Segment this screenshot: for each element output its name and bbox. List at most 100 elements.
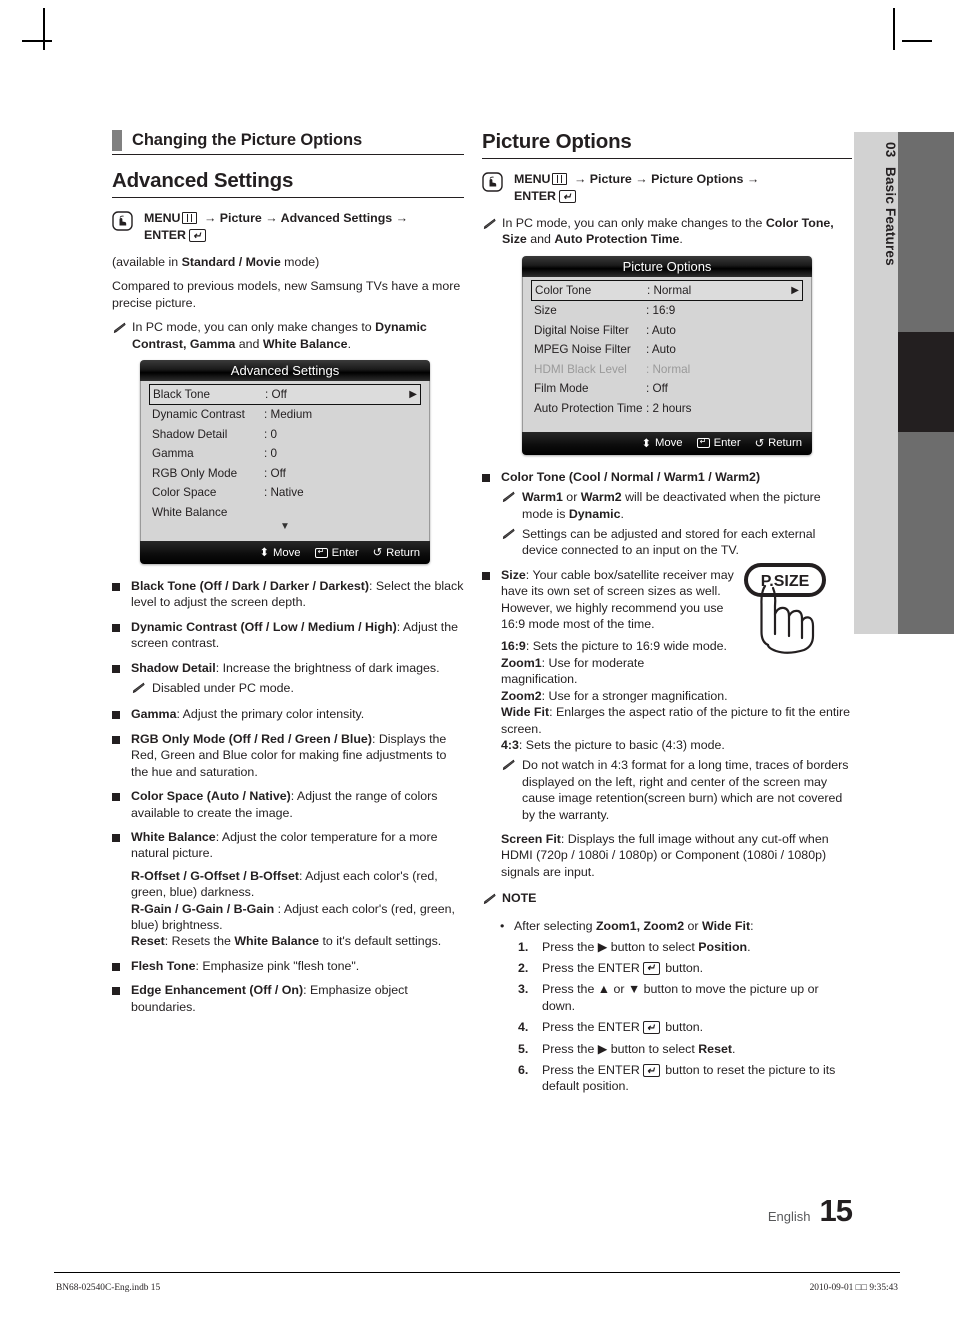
side-tab-text: 03 Basic Features [854, 132, 898, 634]
bullet-flesh-tone: Flesh Tone: Emphasize pink "flesh tone". [112, 958, 464, 974]
step-text: Press the ▲ or ▼ button to move the pict… [542, 982, 819, 1013]
osd-body-advanced: Black Tone : Off ▶ Dynamic Contrast : Me… [140, 381, 430, 542]
lead-end: : [750, 919, 754, 934]
menu-word: MENU [514, 172, 551, 186]
osd-label: Dynamic Contrast [152, 408, 245, 422]
osd-value: : Normal [647, 283, 692, 297]
bullet-term: Black Tone (Off / Dark / Darker / Darkes… [131, 579, 370, 594]
bullet-term: Flesh Tone [131, 958, 196, 973]
mode-term: Zoom2 [501, 688, 542, 703]
note-end: . [679, 232, 683, 247]
return-arrow-icon: ↺ [754, 437, 765, 450]
size-intro: Size: Your cable box/satellite receiver … [501, 567, 749, 633]
bullet-gamma: Gamma: Adjust the primary color intensit… [112, 706, 464, 722]
note-pre: In PC mode, you can only make changes to… [502, 216, 766, 230]
bullet-desc: : Adjust the primary color intensity. [176, 707, 365, 722]
osd-return-label: Return [386, 546, 420, 559]
page-number: 15 [819, 1193, 853, 1228]
note-end: . [347, 336, 352, 351]
bullet-white-balance: White Balance: Adjust the color temperat… [112, 829, 464, 950]
note-mid: and [526, 232, 555, 247]
size-note-4-3: Do not watch in 4:3 format for a long ti… [501, 757, 852, 823]
osd-row-auto-protection-time[interactable]: Auto Protection Time : 2 hours [531, 398, 803, 418]
osd-label: Film Mode [534, 382, 589, 396]
menu-item-picture-options: Picture Options [651, 172, 744, 186]
scroll-down-indicator-icon[interactable]: ▼ [149, 522, 421, 534]
osd-enter-label: Enter [713, 437, 741, 450]
note-block-title: NOTE [502, 891, 537, 906]
osd-row-film-mode[interactable]: Film Mode : Off [531, 379, 803, 399]
lead-pre: After selecting [514, 919, 596, 934]
bullet-square-icon [112, 833, 120, 842]
osd-row-color-space[interactable]: Color Space : Native [149, 483, 421, 503]
osd-row-rgb-only-mode[interactable]: RGB Only Mode : Off [149, 464, 421, 484]
pencil-icon [112, 321, 126, 339]
osd-return-hint: ↺ Return [373, 546, 420, 560]
bullet-square-icon [482, 473, 490, 482]
bullet-term: Size [501, 567, 526, 582]
bullet-square-icon [112, 583, 120, 592]
white-balance-sub-2: R-Gain / G-Gain / B-Gain : Adjust each c… [131, 901, 464, 934]
language-label: English [767, 1209, 811, 1224]
osd-row-color-tone[interactable]: Color Tone : Normal ▶ [531, 279, 803, 301]
bullet-term: RGB Only Mode (Off / Red / Green / Blue) [131, 731, 372, 746]
sub-term-2: White Balance [234, 934, 320, 949]
osd-row-size[interactable]: Size : 16:9 [531, 301, 803, 321]
intro-prefix: (available in [112, 255, 182, 269]
menu-arrow-3: → [395, 211, 409, 225]
left-menu-path: MENU → Picture → Advanced Settings → ENT… [112, 210, 464, 244]
pencil-icon [501, 491, 515, 507]
bullet-term: White Balance [131, 829, 216, 844]
enter-key-icon: ↵ [189, 229, 206, 242]
left-page-title: Advanced Settings [112, 169, 464, 198]
step-pre: Press the ENTER [542, 1063, 640, 1077]
osd-label: Color Space [152, 486, 217, 500]
footer-file-name: BN68-02540C-Eng.indb 15 [56, 1283, 161, 1293]
osd-row-black-tone[interactable]: Black Tone : Off ▶ [149, 384, 421, 406]
osd-label: Shadow Detail [152, 427, 228, 441]
step-text: Press the ▶ button to select Position. [542, 939, 751, 955]
bullet-square-icon [112, 793, 120, 802]
psize-label: P.SIZE [761, 573, 810, 590]
osd-row-shadow-detail[interactable]: Shadow Detail : 0 [149, 425, 421, 445]
mode-desc: : Sets the picture to 16:9 wide mode. [525, 639, 727, 654]
menu-item-advanced-settings: Advanced Settings [280, 211, 393, 225]
bullet-color-space: Color Space (Auto / Native): Adjust the … [112, 788, 464, 821]
osd-row-digital-noise-filter[interactable]: Digital Noise Filter : Auto [531, 320, 803, 340]
left-intro-line-2: Compared to previous models, new Samsung… [112, 279, 461, 310]
osd-label: MPEG Noise Filter [534, 343, 631, 357]
step-text: Press the ENTER ↵ button. [542, 960, 703, 976]
shadow-detail-note: Disabled under PC mode. [131, 680, 440, 698]
osd-return-label: Return [768, 437, 802, 450]
bullet-shadow-detail: Shadow Detail: Increase the brightness o… [112, 660, 464, 699]
bullet-color-tone: Color Tone (Cool / Normal / Warm1 / Warm… [482, 469, 852, 559]
move-updown-icon: ⬍ [259, 547, 269, 560]
osd-label: Color Tone [535, 283, 592, 297]
sub-term: Reset [131, 934, 165, 949]
osd-row-white-balance[interactable]: White Balance [149, 503, 421, 523]
note-steps-list: 1. Press the ▶ button to select Position… [518, 939, 852, 1095]
step-number: 2. [518, 960, 529, 975]
step-pre: Press the ▶ button to select [542, 939, 699, 954]
step-end: . [731, 1041, 736, 1056]
osd-return-hint: ↺ Return [755, 437, 802, 450]
osd-row-dynamic-contrast[interactable]: Dynamic Contrast : Medium [149, 405, 421, 425]
note-step-4: 4. Press the ENTER ↵ button. [518, 1019, 852, 1035]
osd-row-gamma[interactable]: Gamma : 0 [149, 444, 421, 464]
step-end: button. [661, 960, 704, 975]
bullet-term: Dynamic Contrast (Off / Low / Medium / H… [131, 619, 397, 634]
shadow-detail-note-text: Disabled under PC mode. [152, 681, 294, 696]
note-step-1: 1. Press the ▶ button to select Position… [518, 939, 852, 955]
note-step-3: 3. Press the ▲ or ▼ button to move the p… [518, 981, 852, 1014]
footer-timestamp: 2010-09-01 □□ 9:35:43 [809, 1283, 898, 1293]
osd-footer-picture-options: ⬍ Move ↵ Enter ↺ Return [522, 431, 812, 455]
bullet-square-icon [112, 664, 120, 673]
size-mode-16-9: 16:9: Sets the picture to 16:9 wide mode… [501, 638, 749, 654]
step-end: . [747, 939, 751, 954]
lead-bold-2: Wide Fit [702, 919, 751, 934]
osd-row-mpeg-noise-filter[interactable]: MPEG Noise Filter : Auto [531, 340, 803, 360]
step-text: Press the ENTER ↵ button. [542, 1019, 703, 1035]
sub-term: R-Gain / G-Gain / B-Gain [131, 901, 275, 916]
osd-enter-hint: ↵ Enter [696, 437, 741, 450]
enter-key-icon: ↵ [696, 437, 710, 449]
